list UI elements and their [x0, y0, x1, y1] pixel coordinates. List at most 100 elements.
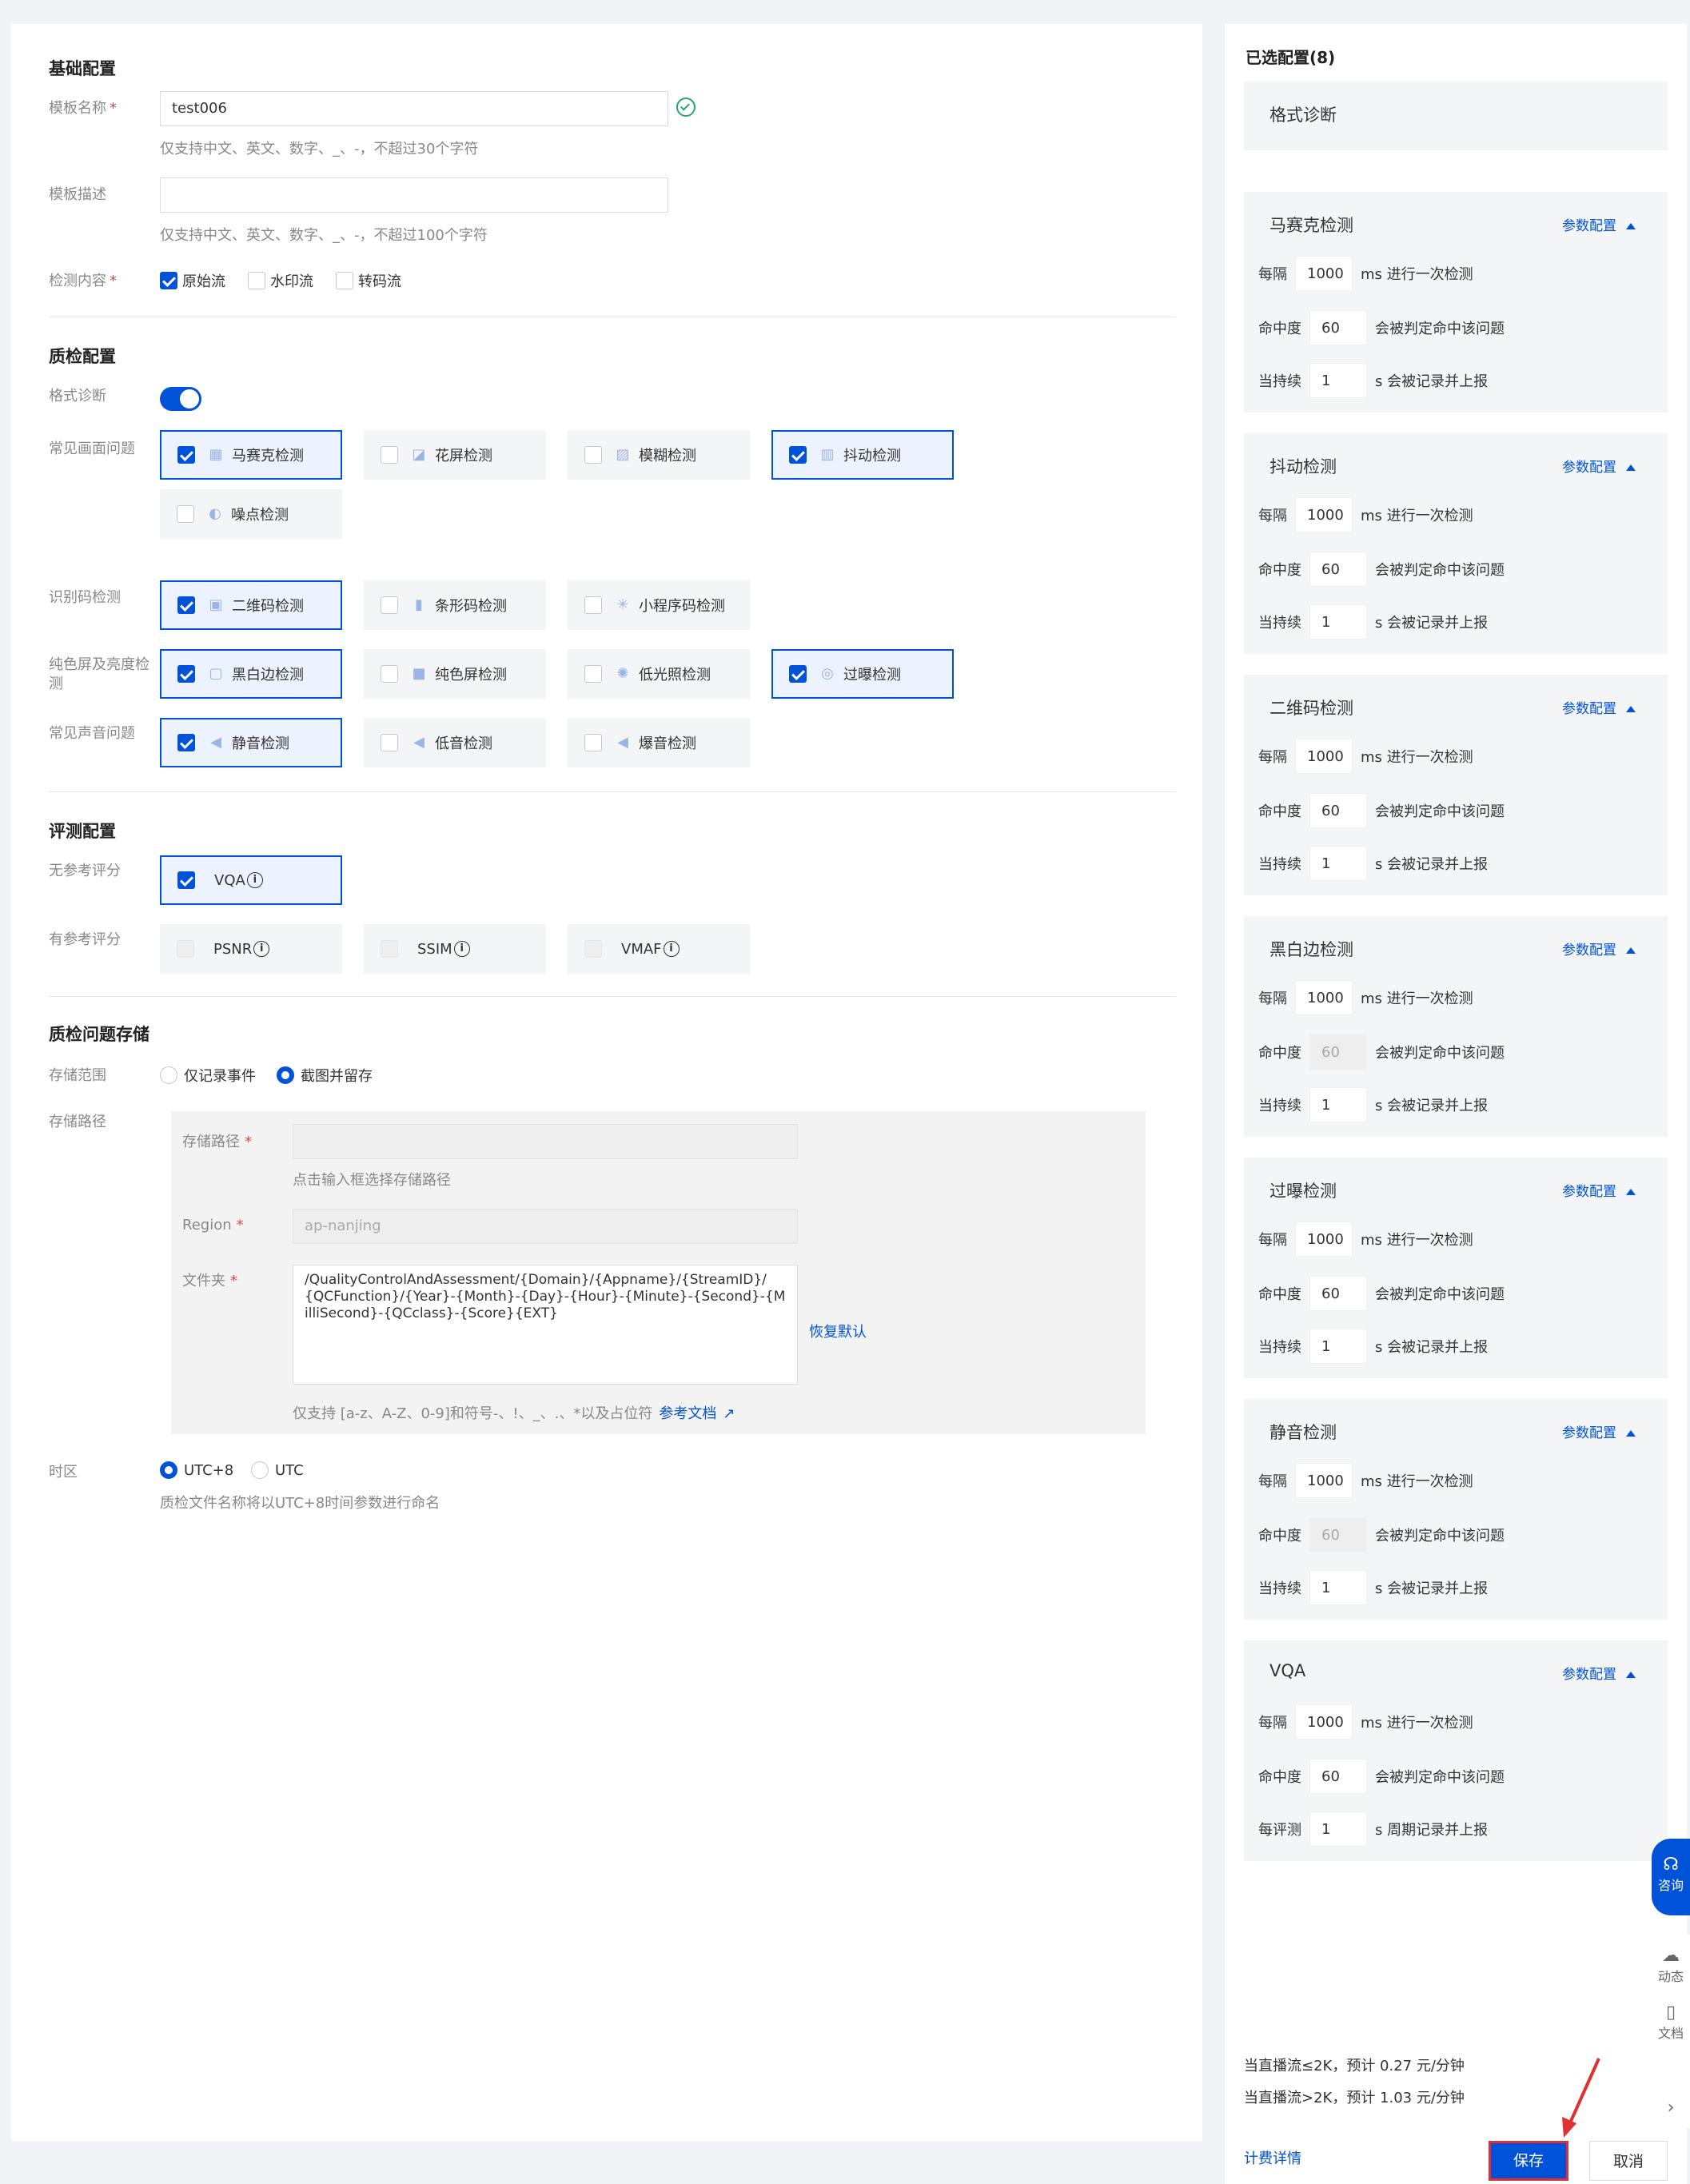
card-blur[interactable]: ▨ 模糊检测: [568, 430, 750, 480]
hit-input[interactable]: 60: [1309, 1517, 1367, 1552]
card-barcode[interactable]: ▮ 条形码检测: [364, 580, 546, 630]
checkbox[interactable]: [177, 734, 195, 751]
checkbox[interactable]: [177, 871, 195, 889]
hit-input[interactable]: 60: [1309, 552, 1367, 587]
external-link-icon[interactable]: ↗: [723, 1405, 735, 1422]
checkbox[interactable]: [177, 940, 194, 958]
checkbox[interactable]: [177, 446, 195, 464]
card-jitter[interactable]: ▥ 抖动检测: [771, 430, 954, 480]
radio-button[interactable]: [160, 1066, 177, 1084]
info-icon[interactable]: i: [663, 941, 680, 957]
checkbox[interactable]: [381, 596, 398, 614]
checkbox[interactable]: [177, 596, 195, 614]
hit-input[interactable]: 60: [1309, 1759, 1367, 1794]
checkbox[interactable]: [381, 446, 398, 464]
docs-button[interactable]: ▯ 文档: [1652, 2003, 1690, 2042]
card-psnr[interactable]: PSNR i: [160, 924, 342, 974]
param-config-toggle[interactable]: 参数配置: [1562, 1663, 1636, 1683]
param-config-toggle[interactable]: 参数配置: [1562, 1180, 1636, 1200]
duration-input[interactable]: 1: [1309, 1329, 1367, 1364]
duration-input[interactable]: 1: [1309, 1811, 1367, 1847]
hit-input[interactable]: 60: [1309, 310, 1367, 345]
checkbox[interactable]: [381, 665, 398, 683]
checkbox[interactable]: [381, 734, 398, 751]
restore-default-link[interactable]: 恢复默认: [809, 1321, 867, 1341]
hit-input[interactable]: 60: [1309, 793, 1367, 828]
card-mosaic[interactable]: ▦ 马赛克检测: [160, 430, 342, 480]
save-button[interactable]: 保存: [1489, 2141, 1568, 2181]
checkbox[interactable]: [160, 272, 177, 289]
radio-button[interactable]: [160, 1461, 177, 1479]
hit-input[interactable]: 60: [1309, 1276, 1367, 1311]
card-qrcode[interactable]: ▣ 二维码检测: [160, 580, 342, 630]
param-config-toggle[interactable]: 参数配置: [1562, 939, 1636, 958]
param-config-toggle[interactable]: 参数配置: [1562, 1421, 1636, 1441]
checkbox[interactable]: [584, 734, 602, 751]
card-low-light[interactable]: ✺ 低光照检测: [568, 649, 750, 699]
card-low-volume[interactable]: ◀ 低音检测: [364, 718, 546, 767]
dynamic-button[interactable]: ☁ 动态: [1652, 1946, 1690, 1985]
checkbox[interactable]: [336, 272, 353, 289]
content-option-transcode[interactable]: 转码流: [336, 270, 401, 291]
card-glitch[interactable]: ◪ 花屏检测: [364, 430, 546, 480]
consult-button[interactable]: ☊ 咨询: [1652, 1839, 1690, 1915]
duration-input[interactable]: 1: [1309, 363, 1367, 398]
duration-input[interactable]: 1: [1309, 846, 1367, 881]
content-option-original[interactable]: 原始流: [160, 270, 225, 291]
card-border[interactable]: ▢ 黑白边检测: [160, 649, 342, 699]
billing-detail-link[interactable]: 计费详情: [1244, 2147, 1301, 2168]
card-overexposure[interactable]: ◎ 过曝检测: [771, 649, 954, 699]
content-option-watermark[interactable]: 水印流: [248, 270, 313, 291]
duration-input[interactable]: 1: [1309, 1087, 1367, 1122]
card-noise[interactable]: ◐ 噪点检测: [160, 489, 342, 539]
checkbox[interactable]: [789, 446, 807, 464]
param-config-toggle[interactable]: 参数配置: [1562, 456, 1636, 476]
hit-input[interactable]: 60: [1309, 1034, 1367, 1070]
checkbox[interactable]: [584, 940, 602, 958]
info-icon[interactable]: i: [453, 941, 470, 957]
storage-path-input[interactable]: [293, 1124, 798, 1159]
checkbox[interactable]: [584, 446, 602, 464]
checkbox[interactable]: [177, 665, 195, 683]
checkbox[interactable]: [248, 272, 265, 289]
doc-link[interactable]: 参考文档: [659, 1405, 716, 1422]
card-vqa[interactable]: VQA i: [160, 855, 342, 905]
interval-input[interactable]: 1000: [1295, 256, 1353, 291]
interval-input[interactable]: 1000: [1295, 1463, 1353, 1498]
checkbox[interactable]: [584, 665, 602, 683]
info-icon[interactable]: i: [246, 872, 263, 888]
card-miniprogram[interactable]: ✳ 小程序码检测: [568, 580, 750, 630]
checkbox[interactable]: [177, 505, 194, 523]
radio-utc8[interactable]: UTC+8: [160, 1461, 233, 1479]
radio-utc[interactable]: UTC: [251, 1461, 304, 1479]
format-diagnosis-toggle[interactable]: [160, 387, 201, 411]
duration-input[interactable]: 1: [1309, 604, 1367, 640]
interval-input[interactable]: 1000: [1295, 739, 1353, 774]
radio-button[interactable]: [277, 1066, 294, 1084]
region-input[interactable]: ap-nanjing: [293, 1209, 798, 1244]
checkbox[interactable]: [381, 940, 398, 958]
param-config-toggle[interactable]: 参数配置: [1562, 214, 1636, 234]
cancel-button[interactable]: 取消: [1589, 2141, 1668, 2181]
chevron-right-icon[interactable]: ›: [1652, 2088, 1690, 2128]
folder-textarea[interactable]: /QualityControlAndAssessment/{Domain}/{A…: [293, 1265, 798, 1385]
card-solid-screen[interactable]: ■ 纯色屏检测: [364, 649, 546, 699]
card-loud[interactable]: ◀ 爆音检测: [568, 718, 750, 767]
radio-record-only[interactable]: 仅记录事件: [160, 1065, 256, 1086]
card-ssim[interactable]: SSIM i: [364, 924, 546, 974]
card-mute[interactable]: ◀ 静音检测: [160, 718, 342, 767]
card-vmaf[interactable]: VMAF i: [568, 924, 750, 974]
interval-input[interactable]: 1000: [1295, 1222, 1353, 1257]
checkbox[interactable]: [584, 596, 602, 614]
interval-input[interactable]: 1000: [1295, 1704, 1353, 1740]
template-desc-input[interactable]: [160, 177, 668, 213]
radio-screenshot-save[interactable]: 截图并留存: [277, 1065, 373, 1086]
template-name-input[interactable]: test006: [160, 91, 668, 126]
checkbox[interactable]: [789, 665, 807, 683]
info-icon[interactable]: i: [253, 941, 270, 957]
radio-button[interactable]: [251, 1461, 269, 1479]
interval-input[interactable]: 1000: [1295, 980, 1353, 1015]
interval-input[interactable]: 1000: [1295, 497, 1353, 532]
param-config-toggle[interactable]: 参数配置: [1562, 697, 1636, 717]
duration-input[interactable]: 1: [1309, 1570, 1367, 1605]
